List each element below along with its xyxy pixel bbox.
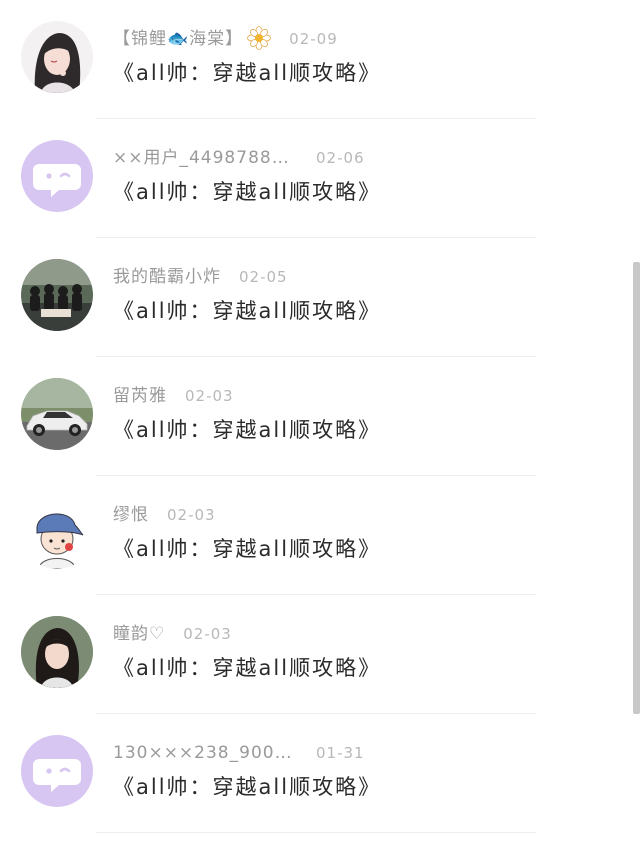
avatar[interactable]: [21, 735, 93, 807]
book-title[interactable]: 《all帅：穿越all顺攻略》: [113, 772, 381, 802]
comment-meta: ××用户_449878868… 02-06: [113, 145, 365, 171]
comment-meta: 130×××238_9007728… 01-31: [113, 740, 365, 766]
default-chat-avatar-icon: [21, 140, 93, 212]
date: 02-03: [167, 506, 216, 524]
list-item[interactable]: 瞳韵♡ 02-03 《all帅：穿越all顺攻略》: [0, 595, 640, 714]
avatar[interactable]: [21, 378, 93, 450]
list-item[interactable]: 我的酷霸小炸 02-05 《all帅：穿越all顺攻略》: [0, 238, 640, 357]
scrollbar[interactable]: [633, 262, 640, 714]
girl-photo-icon: [21, 616, 93, 688]
avatar[interactable]: [21, 616, 93, 688]
cartoon-boy-hat-icon: [21, 497, 93, 569]
username[interactable]: ××用户_449878868…: [113, 145, 298, 171]
list-item[interactable]: 留芮雅 02-03 《all帅：穿越all顺攻略》: [0, 357, 640, 476]
avatar[interactable]: [21, 259, 93, 331]
date: 02-03: [183, 625, 232, 643]
book-title[interactable]: 《all帅：穿越all顺攻略》: [113, 415, 381, 445]
avatar[interactable]: [21, 497, 93, 569]
list-item[interactable]: 缪恨 02-03 《all帅：穿越all顺攻略》: [0, 476, 640, 595]
default-chat-avatar-icon: [21, 735, 93, 807]
book-title[interactable]: 《all帅：穿越all顺攻略》: [113, 296, 381, 326]
list-item[interactable]: 【锦鲤🐟海棠】 02-09 《all帅：穿越all顺攻略》: [0, 0, 640, 119]
list-item[interactable]: 130×××238_9007728… 01-31 《all帅：穿越all顺攻略》: [0, 714, 640, 833]
comment-meta: 瞳韵♡ 02-03: [113, 621, 232, 647]
date: 02-06: [316, 149, 365, 167]
book-title[interactable]: 《all帅：穿越all顺攻略》: [113, 58, 381, 88]
woman-illustration-icon: [21, 21, 93, 93]
flower-icon: [247, 26, 272, 58]
sports-car-icon: [21, 378, 93, 450]
comment-list: 【锦鲤🐟海棠】 02-09 《all帅：穿越all顺攻略》 ××用户_449878…: [0, 0, 640, 853]
avatar[interactable]: [21, 140, 93, 212]
group-photo-icon: [21, 259, 93, 331]
date: 02-05: [239, 268, 288, 286]
divider: [96, 832, 536, 833]
date: 02-09: [289, 30, 338, 48]
username[interactable]: 缪恨: [113, 502, 149, 528]
list-item[interactable]: ××用户_449878868… 02-06 《all帅：穿越all顺攻略》: [0, 119, 640, 238]
avatar[interactable]: [21, 21, 93, 93]
book-title[interactable]: 《all帅：穿越all顺攻略》: [113, 653, 381, 683]
username[interactable]: 130×××238_9007728…: [113, 740, 298, 766]
username[interactable]: 留芮雅: [113, 383, 167, 409]
date: 02-03: [185, 387, 234, 405]
book-title[interactable]: 《all帅：穿越all顺攻略》: [113, 177, 381, 207]
comment-meta: 我的酷霸小炸 02-05: [113, 264, 288, 290]
comment-meta: 留芮雅 02-03: [113, 383, 234, 409]
comment-meta: 缪恨 02-03: [113, 502, 216, 528]
username[interactable]: 瞳韵♡: [113, 621, 165, 647]
username[interactable]: 我的酷霸小炸: [113, 264, 221, 290]
username[interactable]: 【锦鲤🐟海棠】: [113, 26, 243, 52]
book-title[interactable]: 《all帅：穿越all顺攻略》: [113, 534, 381, 564]
date: 01-31: [316, 744, 365, 762]
comment-meta: 【锦鲤🐟海棠】 02-09: [113, 26, 338, 52]
